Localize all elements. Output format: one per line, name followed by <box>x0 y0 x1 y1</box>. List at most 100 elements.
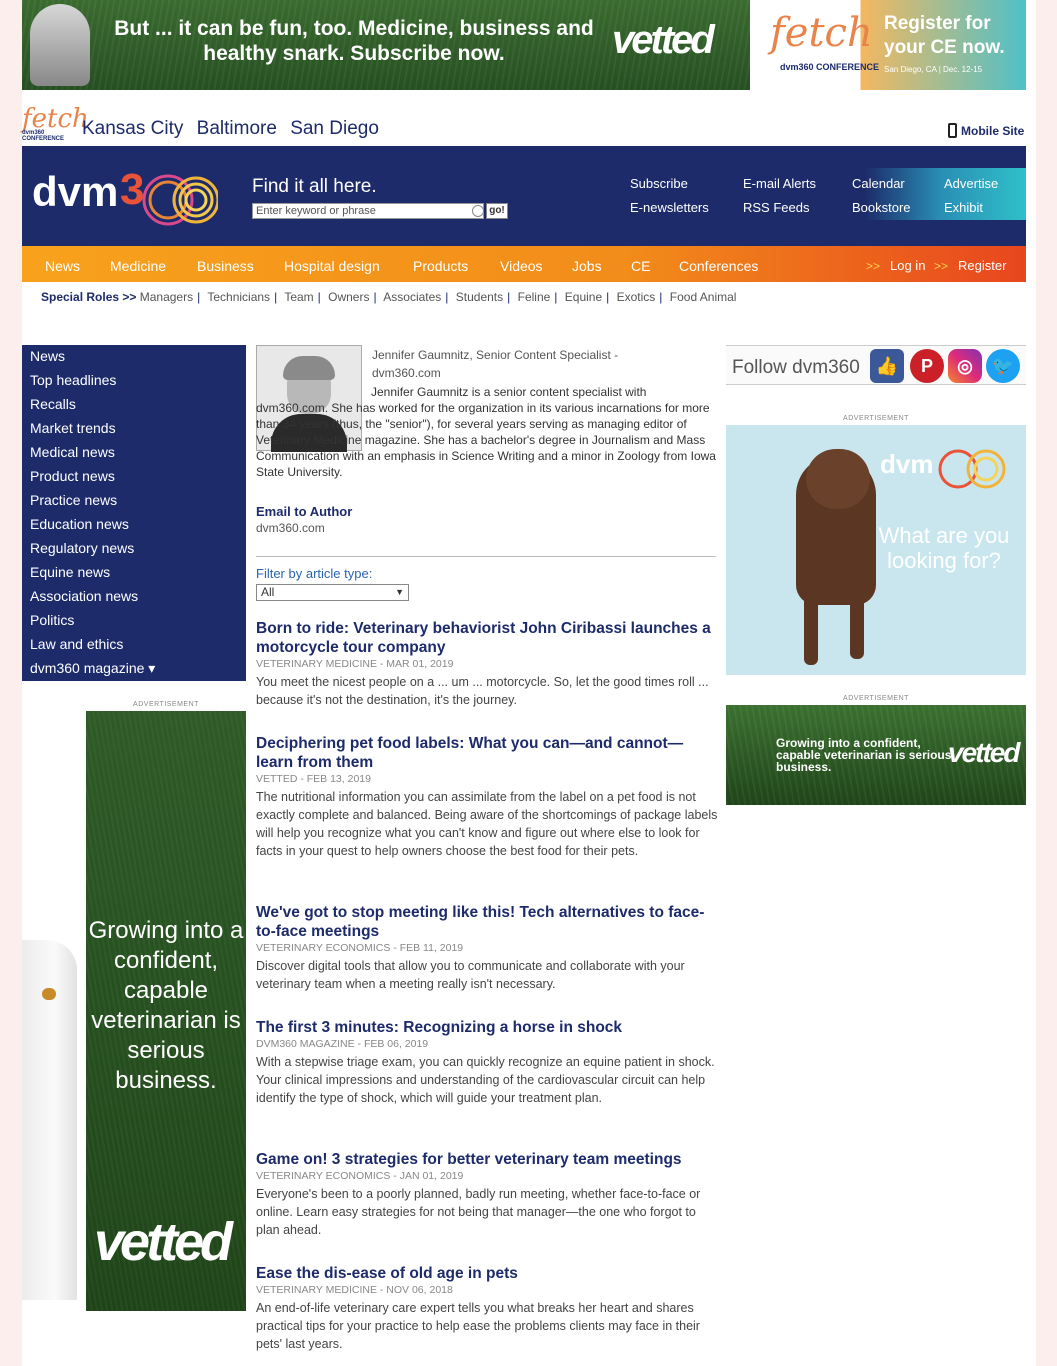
advertise-link[interactable]: Advertise <box>944 176 998 191</box>
dvm360-ad-logo-circles <box>938 449 1006 489</box>
dog-leg <box>804 595 818 665</box>
header-links: Subscribe E-mail Alerts Calendar Adverti… <box>602 168 1026 220</box>
sidebar-item-product-news[interactable]: Product news <box>22 465 246 489</box>
role-separator: | <box>445 290 449 304</box>
article-title[interactable]: We've got to stop meeting like this! Tec… <box>256 903 718 941</box>
role-exotics[interactable]: Exotics <box>617 290 656 304</box>
rss-feeds-link[interactable]: RSS Feeds <box>743 200 809 215</box>
article-title[interactable]: Deciphering pet food labels: What you ca… <box>256 734 718 772</box>
dog-leg <box>850 595 864 659</box>
sidebar-item-law-and-ethics[interactable]: Law and ethics <box>22 633 246 657</box>
main-nav: News Medicine Business Hospital design P… <box>22 246 1026 282</box>
nav-products[interactable]: Products <box>413 258 468 274</box>
bookstore-link[interactable]: Bookstore <box>852 200 911 215</box>
role-equine[interactable]: Equine <box>565 290 602 304</box>
role-students[interactable]: Students <box>456 290 503 304</box>
sidebar-item-equine-news[interactable]: Equine news <box>22 561 246 585</box>
sidebar-item-regulatory-news[interactable]: Regulatory news <box>22 537 246 561</box>
vetted-skyscraper-ad[interactable]: Growing into a confident, capable veteri… <box>86 711 246 1311</box>
cat-eye <box>42 988 56 1000</box>
article-title[interactable]: Ease the dis-ease of old age in pets <box>256 1264 718 1283</box>
nav-videos[interactable]: Videos <box>500 258 543 274</box>
nav-business[interactable]: Business <box>197 258 254 274</box>
search-radio[interactable] <box>472 205 484 217</box>
mobile-site-link[interactable]: Mobile Site <box>948 123 1024 138</box>
enewsletters-link[interactable]: E-newsletters <box>630 200 709 215</box>
fetch-logo-sub: dvm360 CONFERENCE <box>780 62 880 72</box>
article-title[interactable]: Born to ride: Veterinary behaviorist Joh… <box>256 619 718 657</box>
sidebar-item-education-news[interactable]: Education news <box>22 513 246 537</box>
article-meta: VETERINARY ECONOMICS - Feb 11, 2019 <box>256 942 464 954</box>
city-link-baltimore[interactable]: Baltimore <box>197 118 277 139</box>
city-link-kansas-city[interactable]: Kansas City <box>82 118 183 139</box>
dvm360-dog-ad[interactable]: dvm What are you looking for? <box>726 425 1026 675</box>
calendar-link[interactable]: Calendar <box>852 176 905 191</box>
article-item: The first 3 minutes: Recognizing a horse… <box>256 1018 718 1107</box>
dvm360-ad-logo: dvm <box>880 449 934 479</box>
sidebar-item-association-news[interactable]: Association news <box>22 585 246 609</box>
vetted-rectangle-ad[interactable]: Growing into a confident, capable veteri… <box>726 705 1026 805</box>
article-title[interactable]: Game on! 3 strategies for better veterin… <box>256 1150 718 1169</box>
subscribe-link[interactable]: Subscribe <box>630 176 688 191</box>
role-separator: | <box>507 290 511 304</box>
nav-news[interactable]: News <box>45 258 80 274</box>
article-item: Game on! 3 strategies for better veterin… <box>256 1150 718 1239</box>
role-owners[interactable]: Owners <box>328 290 369 304</box>
role-feline[interactable]: Feline <box>518 290 551 304</box>
city-link-san-diego[interactable]: San Diego <box>290 118 379 139</box>
fetch-small-logo[interactable]: fetch dvm360 CONFERENCE <box>22 104 89 146</box>
login-link[interactable]: Log in <box>890 258 925 273</box>
article-summary: Everyone's been to a poorly planned, bad… <box>256 1187 701 1237</box>
role-food-animal[interactable]: Food Animal <box>670 290 737 304</box>
nav-hospital-design[interactable]: Hospital design <box>284 258 380 274</box>
role-technicians[interactable]: Technicians <box>207 290 270 304</box>
nav-conferences[interactable]: Conferences <box>679 258 758 274</box>
pinterest-icon[interactable]: P <box>910 349 944 383</box>
article-type-select[interactable]: All ▼ <box>256 584 409 601</box>
conference-cities: Kansas City Baltimore San Diego <box>82 118 387 140</box>
fetch-conference-banner-ad[interactable]: fetch dvm360 CONFERENCE Register for you… <box>750 0 1026 90</box>
search-go-button[interactable]: go! <box>486 203 508 219</box>
ad-label: ADVERTISEMENT <box>133 701 199 708</box>
login-arrows: >> <box>866 259 881 273</box>
article-title[interactable]: The first 3 minutes: Recognizing a horse… <box>256 1018 718 1037</box>
divider <box>256 556 716 557</box>
email-alerts-link[interactable]: E-mail Alerts <box>743 176 816 191</box>
nav-jobs[interactable]: Jobs <box>572 258 602 274</box>
sidebar-item-medical-news[interactable]: Medical news <box>22 441 246 465</box>
sidebar-item-top-headlines[interactable]: Top headlines <box>22 369 246 393</box>
role-managers[interactable]: Managers <box>140 290 193 304</box>
dvm360-logo-circles: 3 <box>120 165 218 226</box>
sidebar-item-politics[interactable]: Politics <box>22 609 246 633</box>
vetted-logo: vetted <box>94 1212 233 1272</box>
search-input[interactable]: Enter keyword or phrase <box>252 203 484 219</box>
chevron-down-icon: ▼ <box>395 587 404 597</box>
dvm360-logo[interactable]: dvm <box>32 168 118 216</box>
mobile-phone-icon <box>948 123 957 138</box>
twitter-icon[interactable]: 🐦 <box>986 349 1020 383</box>
instagram-icon[interactable]: ◎ <box>948 349 982 383</box>
article-meta: VETERINARY ECONOMICS - Jan 01, 2019 <box>256 1170 464 1182</box>
exhibit-link[interactable]: Exhibit <box>944 200 983 215</box>
author-bio: Jennifer Gaumnitz is a senior content sp… <box>256 385 716 479</box>
vetted-banner-ad[interactable]: But ... it can be fun, too. Medicine, bu… <box>22 0 750 90</box>
article-meta: VETTED - Feb 13, 2019 <box>256 773 371 785</box>
facebook-like-icon[interactable]: 👍 <box>870 349 904 383</box>
sidebar-item-practice-news[interactable]: Practice news <box>22 489 246 513</box>
role-team[interactable]: Team <box>284 290 313 304</box>
nav-medicine[interactable]: Medicine <box>110 258 166 274</box>
role-separator: | <box>274 290 278 304</box>
article-meta: VETERINARY MEDICINE - Mar 01, 2019 <box>256 658 454 670</box>
nav-ce[interactable]: CE <box>631 258 650 274</box>
dog-ad-question: What are you looking for? <box>878 523 1010 573</box>
sidebar-item-market-trends[interactable]: Market trends <box>22 417 246 441</box>
sidebar-item-news[interactable]: News <box>22 345 246 369</box>
role-associates[interactable]: Associates <box>383 290 441 304</box>
article-item: Ease the dis-ease of old age in pets VET… <box>256 1264 718 1353</box>
article-item: We've got to stop meeting like this! Tec… <box>256 903 718 993</box>
sidebar-item-dvm360-magazine[interactable]: dvm360 magazine ▾ <box>22 657 246 681</box>
email-author-link[interactable]: Email to Author <box>256 504 352 519</box>
register-ce-text: Register for your CE now. <box>884 13 1005 58</box>
sidebar-item-recalls[interactable]: Recalls <box>22 393 246 417</box>
register-link[interactable]: Register <box>958 258 1006 273</box>
